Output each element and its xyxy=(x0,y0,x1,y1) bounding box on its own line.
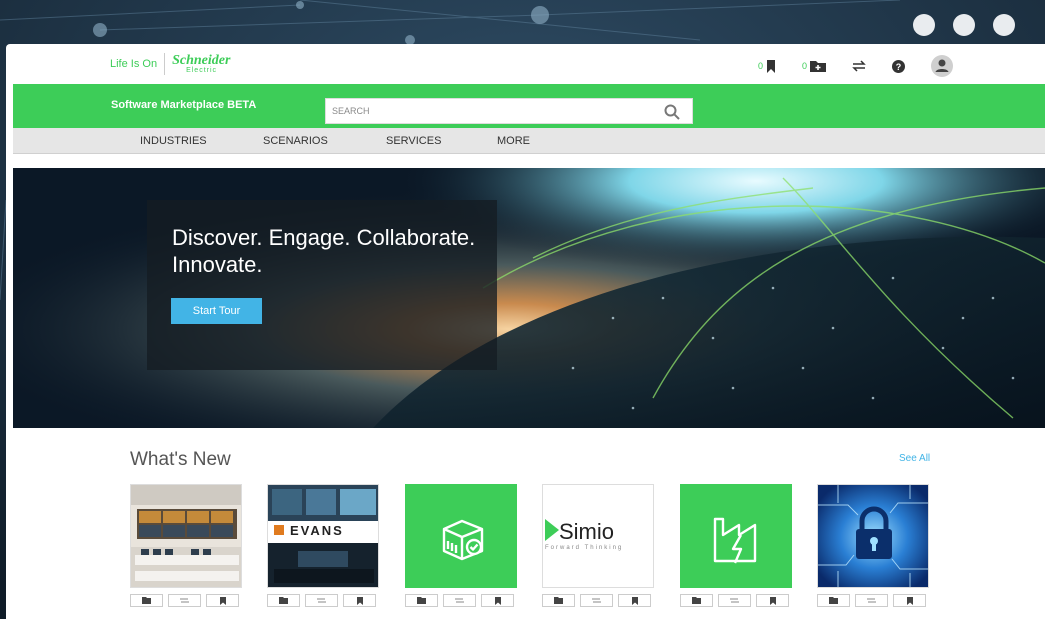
see-all-link[interactable]: See All xyxy=(899,453,930,464)
help-button[interactable]: ? xyxy=(892,59,905,73)
bookmark-icon xyxy=(769,596,776,605)
card-compare-button[interactable] xyxy=(855,594,888,607)
search-button[interactable] xyxy=(664,104,680,125)
marketplace-title[interactable]: Software Marketplace BETA xyxy=(111,99,256,111)
compare-arrows-icon xyxy=(455,598,464,603)
card-compare-button[interactable] xyxy=(718,594,751,607)
hero-title: Discover. Engage. Collaborate. Innovate. xyxy=(172,225,476,277)
bookmark-icon xyxy=(906,596,913,605)
card-bookmark-button[interactable] xyxy=(893,594,926,607)
product-card-5[interactable] xyxy=(680,484,792,588)
card-2-actions xyxy=(267,594,376,607)
simio-tagline: Forward Thinking xyxy=(545,545,624,551)
bookmark-icon xyxy=(219,596,226,605)
add-folder-icon xyxy=(142,597,151,604)
card-add-folder-button[interactable] xyxy=(267,594,300,607)
add-folder-icon xyxy=(554,597,563,604)
compare-arrows-icon xyxy=(180,598,189,603)
bookmark-count: 0 xyxy=(757,61,763,71)
card-4-actions xyxy=(542,594,651,607)
brand-wordmark: Schneider Electric xyxy=(165,53,231,75)
compare-arrows-icon xyxy=(317,598,326,603)
marketplace-bar: Software Marketplace BETA xyxy=(13,84,1045,128)
security-lock-thumbnail xyxy=(818,485,928,587)
card-compare-button[interactable] xyxy=(580,594,613,607)
user-avatar-icon xyxy=(931,55,953,77)
card-5-actions xyxy=(680,594,789,607)
add-folder-icon xyxy=(692,597,701,604)
browser-window: Life Is On Schneider Electric 0 0 ? Soft… xyxy=(6,44,1045,619)
evans-logo-text: EVANS xyxy=(290,523,344,538)
search-input[interactable] xyxy=(326,99,646,123)
page-viewport: Life Is On Schneider Electric 0 0 ? Soft… xyxy=(13,44,1045,619)
compare-arrows-icon xyxy=(867,598,876,603)
top-header: Life Is On Schneider Electric 0 0 ? xyxy=(13,44,1045,84)
bookmark-icon xyxy=(494,596,501,605)
add-folder-icon xyxy=(417,597,426,604)
search-box xyxy=(325,98,693,124)
svg-text:?: ? xyxy=(896,62,902,72)
bookmark-icon xyxy=(766,59,775,73)
compare-arrows-icon xyxy=(592,598,601,603)
bookmark-icon xyxy=(356,596,363,605)
add-folder-icon xyxy=(279,597,288,604)
card-bookmark-button[interactable] xyxy=(343,594,376,607)
bookmarks-button[interactable]: 0 xyxy=(757,59,776,73)
nav-scenarios[interactable]: SCENARIOS xyxy=(263,135,328,147)
compare-button[interactable] xyxy=(852,60,866,72)
life-is-on-tagline: Life Is On xyxy=(110,53,166,75)
card-6-actions xyxy=(817,594,926,607)
nav-more[interactable]: MORE xyxy=(497,135,530,147)
simio-play-icon xyxy=(545,519,559,541)
hero-overlay: Discover. Engage. Collaborate. Innovate.… xyxy=(147,200,497,370)
compare-arrows-icon xyxy=(852,60,866,72)
card-add-folder-button[interactable] xyxy=(405,594,438,607)
factory-energy-icon xyxy=(681,485,791,587)
card-bookmark-button[interactable] xyxy=(756,594,789,607)
window-controls xyxy=(913,14,1015,36)
hero-banner: Discover. Engage. Collaborate. Innovate.… xyxy=(13,168,1045,428)
card-1-actions xyxy=(130,594,239,607)
bookmark-icon xyxy=(631,596,638,605)
card-add-folder-button[interactable] xyxy=(542,594,575,607)
card-add-folder-button[interactable] xyxy=(817,594,850,607)
add-folder-icon xyxy=(810,61,826,72)
product-card-4[interactable]: Simio Forward Thinking xyxy=(542,484,654,588)
compare-arrows-icon xyxy=(730,598,739,603)
product-card-3[interactable] xyxy=(405,484,517,588)
brand-subname: Electric xyxy=(186,67,218,74)
card-compare-button[interactable] xyxy=(168,594,201,607)
card-bookmark-button[interactable] xyxy=(206,594,239,607)
package-check-icon xyxy=(406,485,516,587)
schneider-logo[interactable]: Life Is On Schneider Electric xyxy=(110,53,230,75)
user-account-button[interactable] xyxy=(931,55,953,77)
control-room-thumbnail xyxy=(131,485,241,587)
window-dot-1[interactable] xyxy=(913,14,935,36)
card-bookmark-button[interactable] xyxy=(618,594,651,607)
search-icon xyxy=(664,104,680,120)
folders-button[interactable]: 0 xyxy=(802,60,826,72)
card-bookmark-button[interactable] xyxy=(481,594,514,607)
category-nav: INDUSTRIES SCENARIOS SERVICES MORE xyxy=(13,128,1045,154)
whats-new-heading: What's New xyxy=(130,449,231,470)
nav-industries[interactable]: INDUSTRIES xyxy=(140,135,207,147)
card-compare-button[interactable] xyxy=(443,594,476,607)
product-card-1[interactable] xyxy=(130,484,242,588)
help-icon: ? xyxy=(892,59,905,73)
card-add-folder-button[interactable] xyxy=(130,594,163,607)
simio-logo-text: Simio xyxy=(559,519,615,544)
nav-services[interactable]: SERVICES xyxy=(386,135,441,147)
window-dot-3[interactable] xyxy=(993,14,1015,36)
folder-count: 0 xyxy=(801,61,807,71)
product-card-6[interactable] xyxy=(817,484,929,588)
product-card-2[interactable]: EVANS xyxy=(267,484,379,588)
brand-name: Schneider xyxy=(172,53,231,68)
add-folder-icon xyxy=(829,597,838,604)
card-3-actions xyxy=(405,594,514,607)
card-add-folder-button[interactable] xyxy=(680,594,713,607)
header-tools: 0 0 ? xyxy=(732,55,953,77)
start-tour-button[interactable]: Start Tour xyxy=(171,298,262,324)
card-compare-button[interactable] xyxy=(305,594,338,607)
window-dot-2[interactable] xyxy=(953,14,975,36)
